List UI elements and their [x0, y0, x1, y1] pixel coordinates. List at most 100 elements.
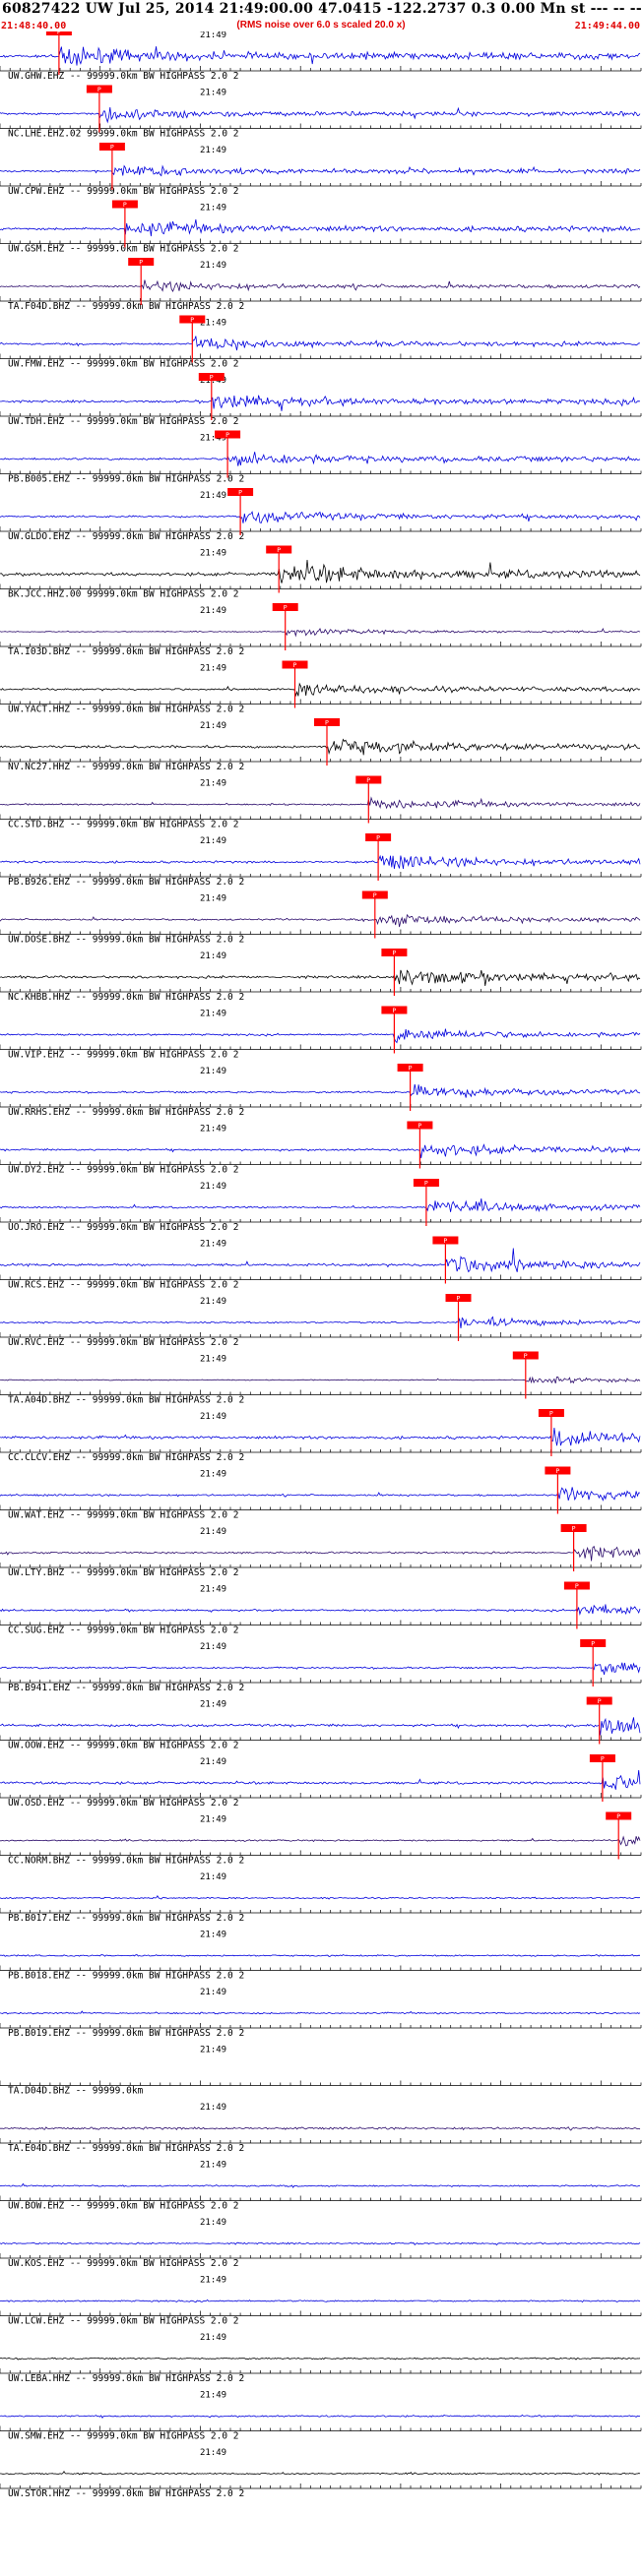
trace-waveform: [0, 1198, 641, 1212]
trace-waveform: [0, 2414, 641, 2419]
tick-label: 21:49: [200, 491, 226, 501]
pick-phase-label: P: [392, 1007, 396, 1014]
channel-label: UW.LTY.BHZ -- 99999.0km BW HIGHPASS 2.0 …: [8, 1567, 239, 1578]
channel-label: UW.GHW.EHZ -- 99999.0km BW HIGHPASS 2.0 …: [8, 71, 239, 82]
channel-label: UW.CPW.EHZ -- 99999.0km BW HIGHPASS 2.0 …: [8, 186, 239, 197]
trace-waveform: [0, 1316, 641, 1329]
pick-phase-label: P: [110, 144, 114, 152]
channel-label: NV.NC27.HHZ -- 99999.0km BW HIGHPASS 2.0…: [8, 762, 244, 772]
channel-label: CC.NORM.BHZ -- 99999.0km BW HIGHPASS 2.0…: [8, 1856, 244, 1867]
trace-waveform: [0, 1835, 641, 1847]
pick-phase-label: P: [225, 431, 229, 439]
trace-waveform: [0, 2299, 641, 2303]
channel-label: TA.A04D.BHZ -- 99999.0km BW HIGHPASS 2.0…: [8, 1395, 244, 1406]
trace-waveform: [0, 336, 641, 351]
trace-waveform: [0, 46, 641, 66]
rms-noise-note: (RMS noise over 6.0 s scaled 20.0 x): [236, 20, 406, 31]
channel-label: CC.STD.BHZ -- 99999.0km BW HIGHPASS 2.0 …: [8, 820, 239, 830]
channel-label: UW.LCW.EHZ -- 99999.0km BW HIGHPASS 2.0 …: [8, 2316, 239, 2327]
channel-label: UW.RVC.EHZ -- 99999.0km BW HIGHPASS 2.0 …: [8, 1337, 239, 1348]
trace-waveform: [0, 969, 641, 986]
trace-waveform: [0, 1143, 641, 1159]
tick-label: 21:49: [200, 1931, 226, 1940]
trace-waveform: [0, 559, 641, 583]
tick-label: 21:49: [200, 31, 226, 40]
pick-phase-label: P: [524, 1352, 528, 1360]
tick-label: 21:49: [200, 1125, 226, 1135]
pick-phase-label: P: [238, 489, 242, 497]
channel-label: UW.OOW.EHZ -- 99999.0km BW HIGHPASS 2.0 …: [8, 1741, 239, 1751]
tick-label: 21:49: [200, 204, 226, 214]
tick-label: 21:49: [200, 2276, 226, 2286]
tick-label: 21:49: [200, 1470, 226, 1480]
pick-phase-label: P: [591, 1640, 595, 1648]
channel-label: CC.SUG.EHZ -- 99999.0km BW HIGHPASS 2.0 …: [8, 1625, 239, 1636]
channel-label: BK.JCC.HHZ.00 99999.0km BW HIGHPASS 2.0 …: [8, 589, 239, 600]
channel-label: TA.E04D.BHZ -- 99999.0km BW HIGHPASS 2.0…: [8, 2143, 244, 2154]
channel-label: UW.VIP.EHZ -- 99999.0km BW HIGHPASS 2.0 …: [8, 1050, 239, 1061]
trace-waveform: [0, 106, 641, 124]
tick-label: 21:49: [200, 721, 226, 731]
trace-waveform: [0, 1376, 641, 1384]
tick-label: 21:49: [200, 1757, 226, 1767]
channel-label: UW.YACT.HHZ -- 99999.0km BW HIGHPASS 2.0…: [8, 705, 244, 715]
trace-waveform: [0, 1028, 641, 1044]
trace-waveform: [0, 2182, 641, 2188]
channel-label: UW.KOS.EHZ -- 99999.0km BW HIGHPASS 2.0 …: [8, 2258, 239, 2269]
pick-phase-label: P: [549, 1410, 553, 1418]
trace-waveform: [0, 1895, 641, 1900]
tick-label: 21:49: [200, 1297, 226, 1307]
channel-label: UW.OSD.EHZ -- 99999.0km BW HIGHPASS 2.0 …: [8, 1798, 239, 1809]
trace-waveform: [0, 1428, 641, 1446]
pick-phase-label: P: [392, 950, 396, 957]
channel-label: PB.B019.EHZ -- 99999.0km BW HIGHPASS 2.0…: [8, 2028, 244, 2039]
pick-phase-label: P: [409, 1065, 413, 1073]
tick-label: 21:49: [200, 2161, 226, 2171]
seismogram-plot: 21:49 UW.GHW.EHZ -- 99999.0km BW HIGHPASS…: [0, 31, 642, 2499]
tick-label: 21:49: [200, 89, 226, 98]
pick-phase-label: P: [457, 1295, 461, 1303]
tick-label: 21:49: [200, 1872, 226, 1882]
tick-label: 21:49: [200, 1815, 226, 1825]
pick-phase-label: P: [424, 1180, 428, 1188]
trace-waveform: [0, 854, 641, 870]
pick-phase-label: P: [97, 86, 101, 93]
trace-waveform: [0, 164, 641, 177]
trace-waveform: [0, 395, 641, 411]
tick-label: 21:49: [200, 549, 226, 559]
pick-phase-label: P: [190, 316, 194, 324]
channel-label: UO.JRO.EHZ -- 99999.0km BW HIGHPASS 2.0 …: [8, 1222, 239, 1233]
tick-label: 21:49: [200, 1010, 226, 1019]
trace-waveform: [0, 2241, 641, 2246]
tick-label: 21:49: [200, 836, 226, 846]
pick-phase-label: P: [366, 776, 370, 784]
channel-label: UW.GLDO.EHZ -- 99999.0km BW HIGHPASS 2.0…: [8, 531, 244, 542]
pick-phase-label: P: [598, 1697, 602, 1705]
tick-label: 21:49: [200, 894, 226, 904]
tick-label: 21:49: [200, 2218, 226, 2228]
trace-waveform: [0, 511, 641, 524]
channel-label: UW.DOSE.BHZ -- 99999.0km BW HIGHPASS 2.0…: [8, 935, 244, 946]
trace-waveform: [0, 2357, 641, 2361]
time-start-label: 21:48:40.00: [1, 21, 67, 31]
pick-phase-label: P: [123, 201, 127, 209]
pick-phase-label: P: [210, 374, 214, 382]
tick-label: 21:49: [200, 146, 226, 155]
tick-label: 21:49: [200, 1700, 226, 1710]
channel-label: UW.TDH.EHZ -- 99999.0km BW HIGHPASS 2.0 …: [8, 416, 239, 427]
channel-label: NC.KHBB.HHZ -- 99999.0km BW HIGHPASS 2.0…: [8, 992, 244, 1003]
pick-phase-label: P: [284, 604, 288, 612]
tick-label: 21:49: [200, 1412, 226, 1422]
pick-phase-label: P: [417, 1122, 421, 1130]
tick-label: 21:49: [200, 1067, 226, 1076]
trace-waveform: [0, 2470, 641, 2476]
tick-label: 21:49: [200, 951, 226, 961]
channel-label: UW.WAT.EHZ -- 99999.0km BW HIGHPASS 2.0 …: [8, 1510, 239, 1521]
trace-waveform: [0, 627, 641, 638]
trace-waveform: [0, 1545, 641, 1562]
trace-waveform: [0, 913, 641, 928]
pick-phase-label: P: [572, 1525, 576, 1533]
trace-waveform: [0, 1487, 641, 1502]
time-end-label: 21:49:44.00: [574, 21, 640, 31]
channel-label: TA.D04D.BHZ -- 99999.0km: [8, 2086, 144, 2097]
